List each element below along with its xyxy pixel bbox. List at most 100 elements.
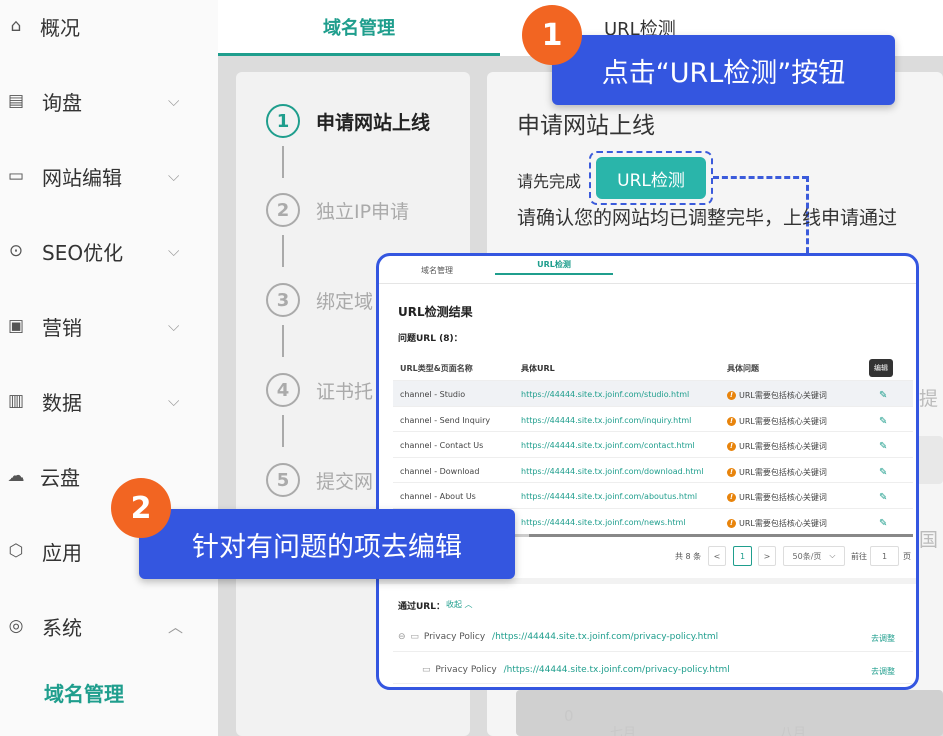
callout-step-2: 针对有问题的项去编辑 (139, 509, 515, 579)
issue-text: URL需要包括核心关键词 (739, 391, 827, 400)
step-badge-1: 1 (522, 5, 582, 65)
step-apply-online[interactable]: 1 申请网站上线 (266, 104, 430, 138)
page-name: Privacy Policy (435, 665, 497, 675)
passed-url-link[interactable]: /https://44444.site.tx.joinf.com/privacy… (492, 632, 718, 642)
step-ip-apply[interactable]: 2 独立IP申请 (266, 193, 409, 227)
cell-issue: ! URL需要包括核心关键词 (727, 518, 827, 529)
edit-icon[interactable]: ✎ (879, 467, 887, 478)
passed-url-link[interactable]: /https://44444.site.tx.joinf.com/privacy… (504, 665, 730, 675)
cell-url[interactable]: https://44444.site.tx.joinf.com/inquiry.… (521, 416, 691, 425)
sidebar-item-seo[interactable]: ⊙ SEO优化 ⌵ (0, 231, 218, 271)
step-connector (282, 415, 284, 447)
step-badge-2: 2 (111, 478, 171, 538)
chevron-down-icon: ⌵ (168, 167, 180, 185)
sidebar-item-system[interactable]: ◎ 系统 ︿ (0, 606, 218, 646)
step-bind-domain[interactable]: 3 绑定域 (266, 283, 373, 317)
scrollbar-thumb[interactable] (529, 534, 913, 537)
step-submit[interactable]: 5 提交网 (266, 463, 373, 497)
adjust-link[interactable]: 去调整 (871, 666, 895, 677)
url-check-button[interactable]: URL检测 (596, 157, 706, 199)
step-label: 提交网 (316, 470, 374, 493)
step-label: 证书托 (316, 380, 374, 403)
chevron-down-icon: ⌵ (168, 392, 180, 410)
step-connector (282, 325, 284, 357)
cell-url[interactable]: https://44444.site.tx.joinf.com/news.htm… (521, 518, 686, 527)
page-unit-label: 页 (903, 551, 911, 561)
page-size-value: 50条/页 (792, 551, 822, 561)
table-row: channel - Studio https://44444.site.tx.j… (393, 381, 913, 407)
step-number: 5 (266, 463, 300, 497)
tab-domain-management[interactable]: 域名管理 (218, 0, 500, 56)
issue-text: URL需要包括核心关键词 (739, 416, 827, 426)
problem-url-table: URL类型&页面名称 具体URL 具体问题 channel - Studio h… (393, 354, 913, 534)
goto-page-input[interactable]: 1 (870, 546, 899, 566)
seo-search-icon: ⊙ (8, 241, 24, 261)
cloud-icon: ☁ (7, 466, 25, 486)
page-name: Privacy Policy (423, 632, 486, 642)
edit-icon[interactable]: ✎ (879, 416, 887, 427)
issue-text: URL需要包括核心关键词 (739, 518, 827, 528)
edit-icon[interactable]: ✎ (879, 390, 887, 401)
page-size-select[interactable]: 50条/页 ⌵ (783, 546, 845, 566)
edit-icon[interactable]: ✎ (879, 441, 887, 452)
background-chart (516, 690, 943, 736)
sidebar-item-cloud[interactable]: ☁ 云盘 (0, 456, 218, 496)
collapse-toggle[interactable]: 收起 ︿ (446, 599, 473, 610)
sidebar-item-label: 数据 (42, 390, 82, 415)
background-text: 国 (919, 529, 939, 551)
prev-page-button[interactable]: < (708, 546, 726, 566)
sidebar-item-overview[interactable]: ⌂ 概况 (0, 6, 218, 46)
step-number: 2 (266, 193, 300, 227)
cell-url[interactable]: https://44444.site.tx.joinf.com/aboutus.… (521, 492, 697, 501)
passed-url-label: 通过URL： (398, 602, 445, 612)
step-label: 绑定域 (316, 290, 374, 313)
warning-icon: ! (727, 518, 736, 528)
issue-text: URL需要包括核心关键词 (739, 442, 827, 451)
app-cube-icon: ⬡ (8, 541, 24, 561)
chart-icon: ▥ (7, 391, 25, 411)
step-number: 4 (266, 373, 300, 407)
chevron-down-icon: ⌵ (168, 242, 180, 260)
sidebar-item-label: 询盘 (42, 90, 82, 115)
cell-issue: ! URL需要包括核心关键词 (727, 492, 827, 503)
cell-url[interactable]: https://44444.site.tx.joinf.com/download… (521, 467, 704, 476)
chevron-down-icon: ⌵ (168, 92, 180, 110)
edit-icon[interactable]: ✎ (879, 518, 887, 529)
warning-icon: ! (727, 467, 736, 477)
background-text: 提 (919, 388, 939, 410)
chevron-down-icon: ⌵ (168, 317, 180, 335)
chevron-down-icon: ⌵ (829, 551, 836, 560)
cell-type: channel - Studio (400, 390, 466, 399)
edit-icon[interactable]: ✎ (879, 492, 887, 503)
modal-tab-url-check[interactable]: URL检测 (495, 256, 613, 275)
goto-label: 前往 (851, 551, 867, 561)
next-page-button[interactable]: > (758, 546, 776, 566)
inquiry-icon: ▤ (7, 91, 25, 111)
sidebar-item-inquiry[interactable]: ▤ 询盘 ⌵ (0, 81, 218, 121)
page-1-button[interactable]: 1 (733, 546, 752, 566)
sidebar-item-data[interactable]: ▥ 数据 ⌵ (0, 381, 218, 421)
warning-icon: ! (727, 391, 736, 400)
warning-icon: ! (727, 416, 736, 426)
adjust-link[interactable]: 去调整 (871, 633, 895, 644)
cell-url[interactable]: https://44444.site.tx.joinf.com/studio.h… (521, 390, 689, 399)
step-certificate[interactable]: 4 证书托 (266, 373, 373, 407)
passed-url-row: ▭ Privacy Policy /https://44444.site.tx.… (422, 665, 730, 675)
step-connector (282, 235, 284, 267)
collapse-circle-icon[interactable]: ⊖ (398, 632, 406, 642)
sidebar-item-marketing[interactable]: ▣ 营销 ⌵ (0, 306, 218, 346)
sidebar-item-site-edit[interactable]: ▭ 网站编辑 ⌵ (0, 156, 218, 196)
warning-icon: ! (727, 493, 736, 502)
issue-text: URL需要包括核心关键词 (739, 467, 827, 477)
sidebar-item-label: 云盘 (40, 465, 80, 490)
cell-url[interactable]: https://44444.site.tx.joinf.com/contact.… (521, 441, 695, 450)
sidebar-item-label: SEO优化 (42, 240, 124, 265)
sidebar-subitem-domain[interactable]: 域名管理 (0, 672, 218, 712)
warning-icon: ! (727, 442, 736, 451)
cell-type: channel - Contact Us (400, 441, 484, 450)
sidebar-item-label: 应用 (42, 540, 82, 565)
cell-issue: ! URL需要包括核心关键词 (727, 390, 827, 401)
modal-tab-domain[interactable]: 域名管理 (421, 265, 453, 276)
table-row: channel - Download https://44444.site.tx… (393, 458, 913, 483)
step-number: 3 (266, 283, 300, 317)
